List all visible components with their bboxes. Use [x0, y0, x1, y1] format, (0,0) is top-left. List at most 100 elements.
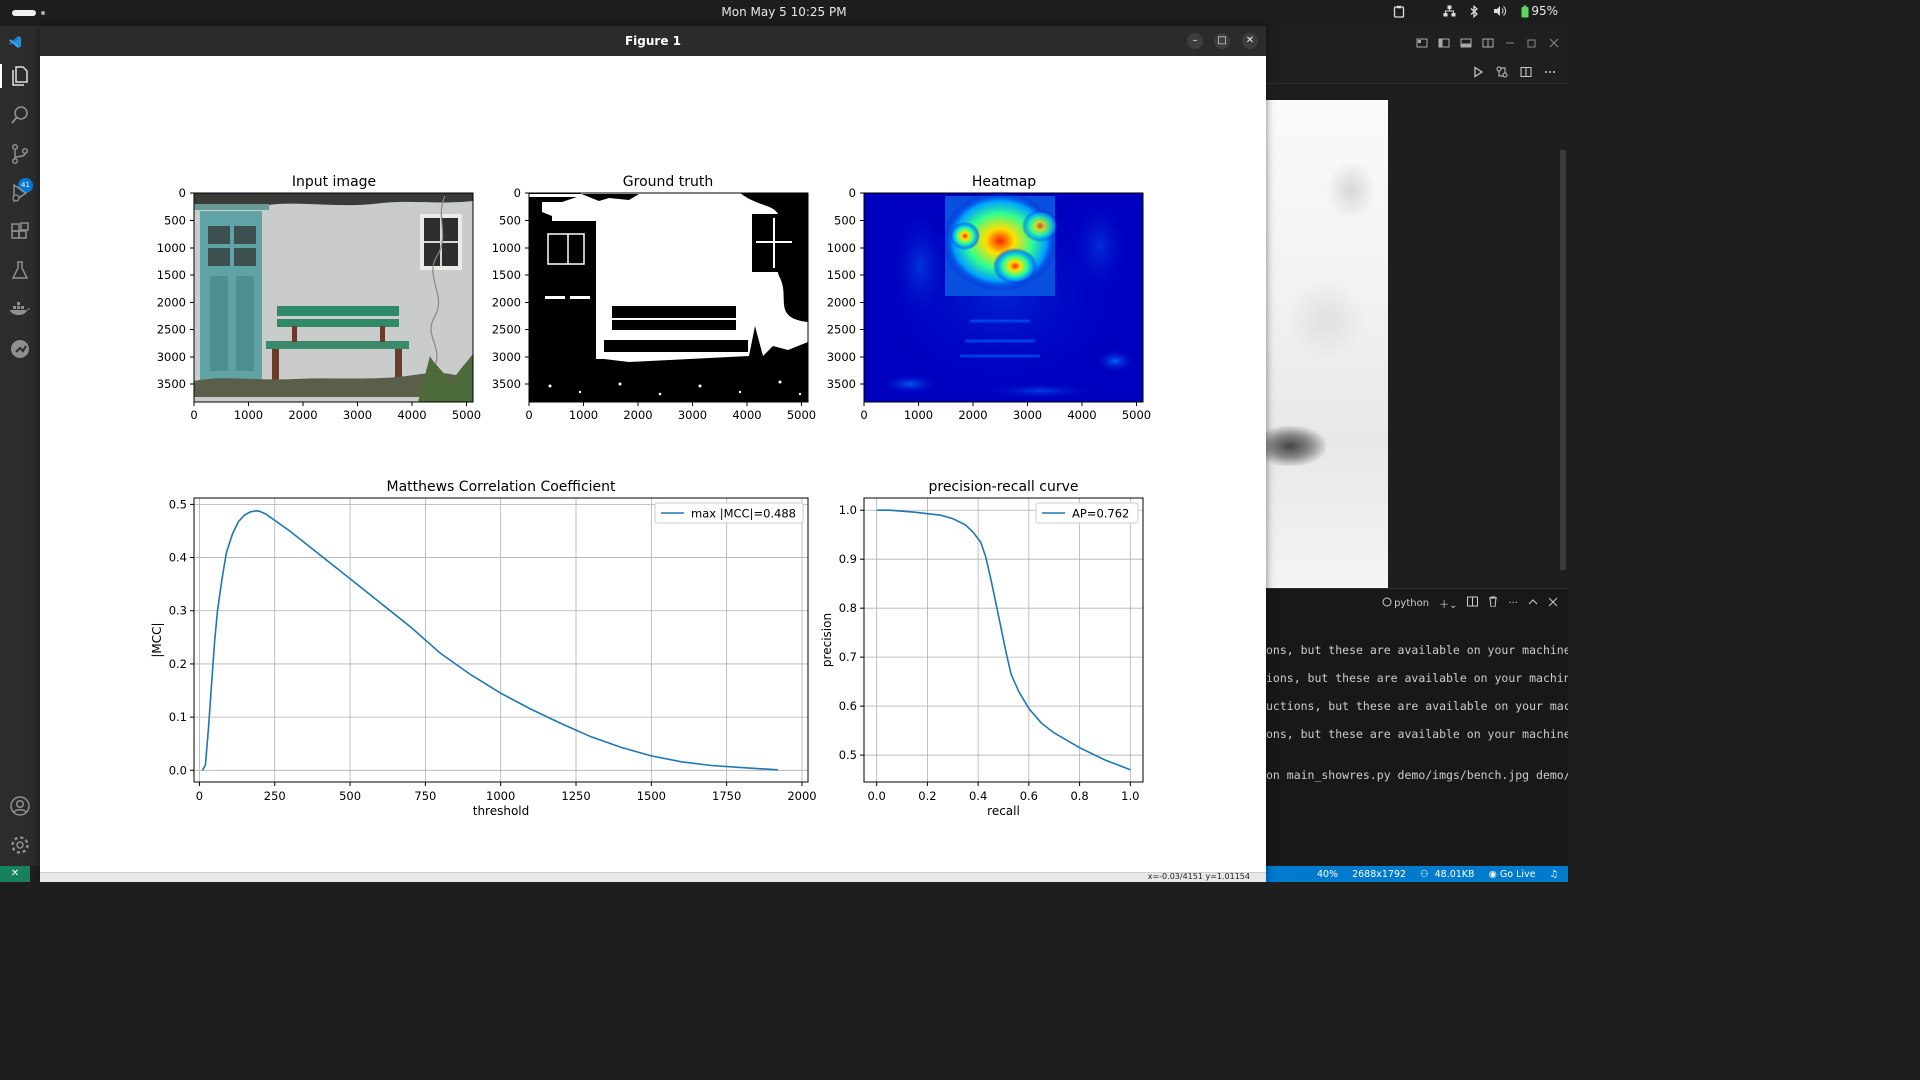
y-tick-label: 0.2	[169, 657, 187, 671]
close-panel-icon[interactable]	[1548, 597, 1558, 610]
battery-indicator[interactable]: 95%	[1521, 4, 1558, 18]
editor-area	[1266, 84, 1568, 588]
source-control-icon[interactable]	[8, 142, 32, 166]
split-terminal-icon[interactable]	[1467, 596, 1479, 610]
y-tick-label: 2500	[157, 323, 186, 337]
search-icon[interactable]	[8, 103, 32, 127]
x-tick-label: 4000	[1067, 408, 1096, 422]
y-tick-label: 0	[514, 186, 521, 200]
figure-title-bar[interactable]: Figure 1 – □ ✕	[40, 26, 1266, 56]
layout-controls	[1416, 34, 1560, 53]
x-tick-label: 0.4	[969, 789, 987, 803]
y-tick-label: 0.4	[169, 551, 187, 565]
pr-curve-chart: 0.0 0.2 0.4 0.6 0.8 1.0 0.5 0.6 0.7 0.8 0.9 1.0 prec…	[820, 479, 1144, 818]
x-tick-label: 2000	[623, 408, 652, 422]
x-tick-label: 500	[339, 789, 361, 803]
terminal-shell-icon	[1382, 597, 1392, 610]
toggle-secondary-sidebar-icon[interactable]	[1482, 34, 1494, 53]
figure-canvas[interactable]: Input image 0 500 1000 1500 2000 2500 30…	[40, 56, 1266, 872]
status-bar-right: 40% 2688x1792 ⚇ 48.01KB ◉ Go Live ♫	[1266, 866, 1568, 882]
customize-layout-icon[interactable]	[1416, 34, 1428, 53]
y-tick-label: 0.0	[169, 763, 187, 777]
x-tick-label: 5000	[787, 408, 816, 422]
compare-changes-icon[interactable]	[1496, 63, 1508, 82]
status-image-size[interactable]: 2688x1792	[1352, 869, 1406, 880]
network-icon[interactable]	[1443, 5, 1456, 17]
terminal-line: ions, but these are available on your ma…	[1266, 671, 1568, 685]
y-axis-label: |MCC|	[150, 622, 164, 657]
remote-explorer-icon[interactable]	[8, 337, 32, 361]
toggle-primary-sidebar-icon[interactable]	[1438, 34, 1450, 53]
terminal-shell-label[interactable]: python	[1394, 598, 1429, 609]
editor-toolbar	[1266, 56, 1568, 84]
y-tick-label: 1000	[827, 241, 856, 255]
heat-yticks: 0 500 1000 1500 2000 2500 3000 3500	[827, 186, 856, 391]
minimize-button[interactable]: –	[1187, 33, 1203, 49]
explorer-icon[interactable]	[8, 64, 32, 88]
y-tick-label: 2000	[827, 296, 856, 310]
y-tick-label: 3000	[492, 350, 521, 364]
terminal-line: ons, but these are available on your mac…	[1266, 643, 1568, 657]
terminal-more-icon[interactable]: ···	[1508, 598, 1518, 609]
maximize-panel-icon[interactable]	[1528, 597, 1538, 610]
split-editor-icon[interactable]	[1520, 63, 1532, 82]
x-tick-label: 0	[860, 408, 867, 422]
go-live-button[interactable]: ◉ Go Live	[1489, 869, 1536, 880]
volume-icon[interactable]	[1493, 5, 1507, 17]
close-button[interactable]: ✕	[1242, 33, 1258, 49]
account-icon[interactable]	[8, 794, 32, 818]
extensions-icon[interactable]	[8, 220, 32, 244]
terminal-line: ons, but these are available on your mac…	[1266, 727, 1568, 741]
x-tick-label: 5000	[452, 408, 481, 422]
restore-icon[interactable]	[1526, 34, 1538, 53]
y-tick-label: 500	[499, 214, 521, 228]
chart-title: Matthews Correlation Coefficient	[386, 479, 616, 495]
y-tick-label: 3000	[157, 350, 186, 364]
system-tray[interactable]: 95%	[1393, 4, 1558, 18]
vscode-logo-icon	[8, 34, 22, 48]
docker-icon[interactable]	[8, 298, 32, 322]
x-tick-label: 750	[414, 789, 436, 803]
copilot-icon[interactable]: ⚇	[1420, 869, 1429, 880]
toggle-panel-icon[interactable]	[1460, 34, 1472, 53]
heat-xticks: 0 1000 2000 3000 4000 5000	[860, 408, 1151, 422]
x-tick-label: 1250	[561, 789, 590, 803]
y-tick-label: 0.3	[169, 604, 187, 618]
new-terminal-icon[interactable]: ＋⌄	[1439, 596, 1457, 611]
clipboard-icon[interactable]	[1393, 5, 1405, 18]
terminal-panel: python ＋⌄ ··· ons, but these are availab…	[1266, 588, 1568, 865]
x-tick-label: 2000	[787, 789, 816, 803]
gt-xticks: 0 1000 2000 3000 4000 5000	[525, 408, 816, 422]
testing-icon[interactable]	[8, 259, 32, 283]
minimize-icon[interactable]	[1504, 34, 1516, 53]
remote-status-icon[interactable]: ✕	[0, 866, 30, 882]
kill-terminal-icon[interactable]	[1488, 596, 1498, 610]
heatmap-image	[863, 191, 1144, 403]
maximize-button[interactable]: □	[1214, 33, 1230, 49]
bluetooth-icon[interactable]	[1470, 4, 1479, 18]
ground-truth-mask	[528, 192, 809, 403]
gnome-top-bar: Mon May 5 10:25 PM 95%	[0, 0, 1568, 26]
status-file-size[interactable]: 48.01KB	[1435, 869, 1475, 880]
close-window-icon[interactable]	[1548, 34, 1560, 53]
x-tick-label: 1500	[637, 789, 666, 803]
clock[interactable]: Mon May 5 10:25 PM	[0, 5, 1568, 19]
editor-scrollbar[interactable]	[1560, 150, 1566, 570]
terminal-header: python ＋⌄ ···	[1266, 589, 1568, 617]
run-file-icon[interactable]	[1472, 63, 1484, 82]
y-tick-label: 1.0	[839, 503, 857, 517]
status-zoom[interactable]: 40%	[1317, 869, 1338, 880]
x-tick-label: 1000	[904, 408, 933, 422]
y-tick-label: 0.5	[169, 497, 187, 511]
settings-gear-icon[interactable]	[8, 833, 32, 857]
figure-title: Figure 1	[624, 34, 682, 48]
y-tick-label: 0	[179, 186, 186, 200]
run-debug-icon[interactable]	[8, 181, 32, 205]
broadcast-icon: ◉	[1488, 868, 1500, 880]
battery-icon	[1521, 5, 1529, 18]
more-actions-icon[interactable]	[1544, 63, 1556, 82]
x-tick-label: 3000	[343, 408, 372, 422]
x-tick-label: 3000	[678, 408, 707, 422]
notifications-bell-icon[interactable]: ♫	[1549, 869, 1558, 880]
y-tick-label: 2000	[157, 296, 186, 310]
